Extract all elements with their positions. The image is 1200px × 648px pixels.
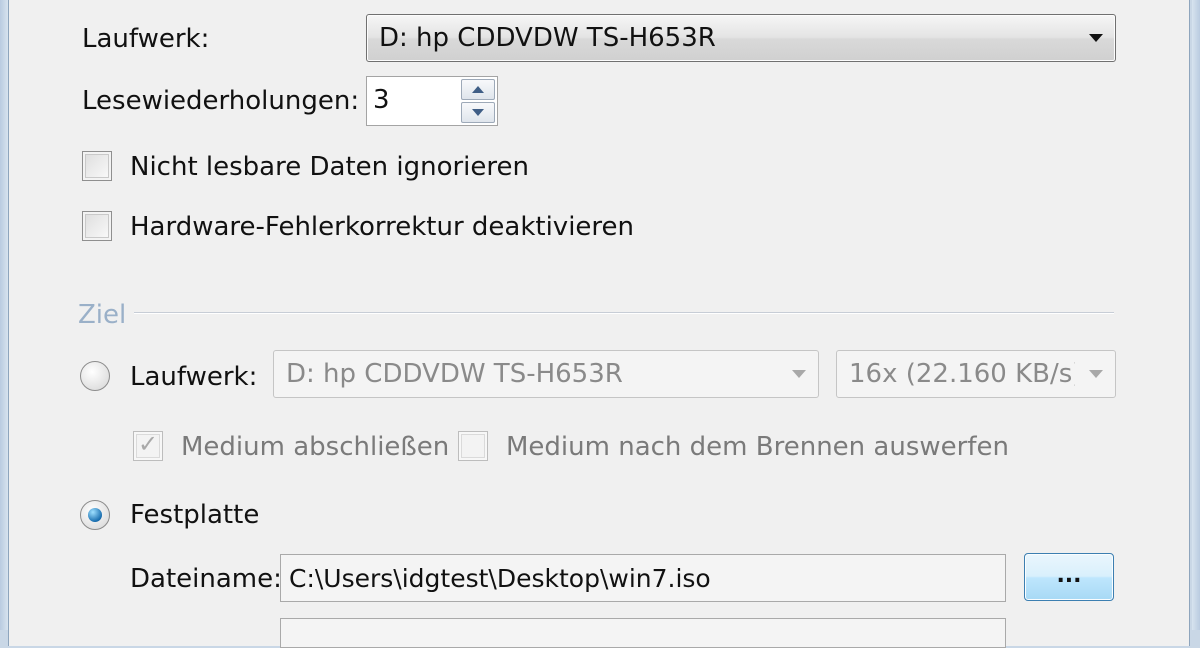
ignore-unreadable-checkbox[interactable]: [82, 151, 112, 181]
next-field-partial[interactable]: [280, 618, 1006, 648]
window-frame-right: [1192, 0, 1200, 630]
ignore-unreadable-label: Nicht lesbare Daten ignorieren: [130, 152, 529, 182]
finalize-checkbox[interactable]: ✓: [133, 430, 163, 461]
harddisk-radio[interactable]: [80, 500, 110, 530]
target-group-label: Ziel: [78, 300, 127, 330]
source-drive-value: D: hp CDDVDW TS-H653R: [379, 23, 716, 53]
filename-label: Dateiname:: [130, 564, 282, 594]
eject-checkbox[interactable]: [458, 431, 488, 461]
disable-hw-ecc-label: Hardware-Fehlerkorrektur deaktivieren: [130, 212, 635, 242]
source-drive-label: Laufwerk:: [82, 24, 210, 54]
filename-field[interactable]: C:\Users\idgtest\Desktop\win7.iso: [280, 554, 1006, 602]
arrow-up-icon: [472, 86, 484, 93]
retries-label: Lesewiederholungen:: [82, 86, 360, 116]
group-divider: [134, 312, 1114, 314]
retries-stepper[interactable]: 3: [366, 76, 498, 126]
source-drive-select[interactable]: D: hp CDDVDW TS-H653R: [366, 14, 1116, 62]
speed-select[interactable]: 16x (22.160 KB/s): [836, 350, 1116, 398]
target-drive-value: D: hp CDDVDW TS-H653R: [286, 359, 623, 389]
filename-value: C:\Users\idgtest\Desktop\win7.iso: [289, 564, 711, 593]
finalize-label: Medium abschließen: [181, 432, 450, 462]
speed-value: 16x (22.160 KB/s): [849, 359, 1075, 389]
checkmark-icon: ✓: [138, 430, 159, 458]
target-drive-radio[interactable]: [80, 361, 110, 391]
chevron-down-icon: [1089, 370, 1103, 378]
disable-hw-ecc-checkbox[interactable]: [82, 211, 112, 241]
target-drive-label: Laufwerk:: [130, 362, 258, 392]
harddisk-label: Festplatte: [130, 500, 260, 530]
window-frame-left: [0, 0, 8, 630]
retries-value: 3: [373, 85, 390, 115]
eject-label: Medium nach dem Brennen auswerfen: [506, 432, 1009, 462]
browse-button[interactable]: ...: [1024, 553, 1114, 601]
chevron-down-icon: [1089, 34, 1103, 42]
increment-button[interactable]: [461, 79, 495, 100]
stepper-buttons: [461, 79, 495, 123]
target-drive-select[interactable]: D: hp CDDVDW TS-H653R: [273, 350, 819, 398]
arrow-down-icon: [472, 109, 484, 116]
chevron-down-icon: [792, 370, 806, 378]
decrement-button[interactable]: [461, 102, 495, 123]
